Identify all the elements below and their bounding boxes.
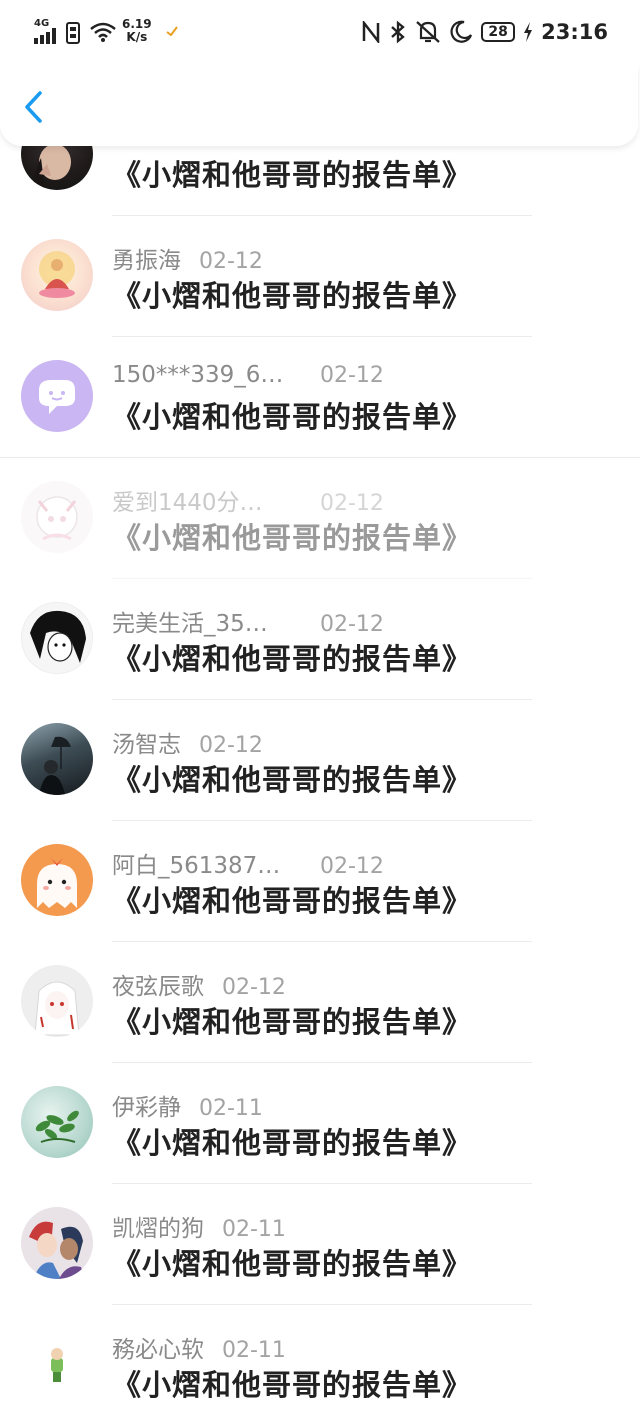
sim-icon <box>66 22 80 44</box>
post-title[interactable]: 《小熠和他哥哥的报告单》 <box>112 999 472 1041</box>
avatar <box>21 723 93 795</box>
avatar <box>21 1328 93 1400</box>
user-name[interactable]: 汤智志 <box>112 725 181 759</box>
post-title[interactable]: 《小熠和他哥哥的报告单》 <box>112 1362 472 1404</box>
moon-icon <box>450 20 473 43</box>
post-title[interactable]: 《小熠和他哥哥的报告单》 <box>112 1120 472 1162</box>
list-item[interactable]: 夜弦辰歌 02-12 《小熠和他哥哥的报告单》 <box>0 941 640 1063</box>
clock: 23:16 <box>541 20 608 44</box>
name-line: 完美生活_35… 02-12 <box>112 604 384 638</box>
avatar <box>21 1086 93 1158</box>
avatar <box>21 602 93 674</box>
wifi-icon <box>90 22 116 42</box>
user-name[interactable]: 完美生活_35… <box>112 604 320 638</box>
charging-icon <box>524 22 533 42</box>
list-item[interactable]: 汤智志 02-12 《小熠和他哥哥的报告单》 <box>0 699 640 821</box>
user-name[interactable]: 夜弦辰歌 <box>112 967 204 1001</box>
post-title[interactable]: 《小熠和他哥哥的报告单》 <box>112 273 472 315</box>
date: 02-12 <box>199 249 263 274</box>
user-name[interactable]: 勇振海 <box>112 241 181 275</box>
user-name[interactable]: 務必心软 <box>112 1330 204 1364</box>
user-name[interactable]: 伊彩静 <box>112 1088 181 1122</box>
date: 02-12 <box>320 491 384 516</box>
name-line: 阿白_561387… 02-12 <box>112 846 384 880</box>
post-title[interactable]: 《小熠和他哥哥的报告单》 <box>112 878 472 920</box>
list-item[interactable]: 伊彩静 02-11 《小熠和他哥哥的报告单》 <box>0 1062 640 1184</box>
post-title[interactable]: 《小熠和他哥哥的报告单》 <box>112 636 472 678</box>
list-item[interactable]: 爱到1440分… 02-12 《小熠和他哥哥的报告单》 <box>0 457 640 579</box>
list-item[interactable]: 阿白_561387… 02-12 《小熠和他哥哥的报告单》 <box>0 820 640 942</box>
list-item[interactable]: 勇振海 02-12 《小熠和他哥哥的报告单》 <box>0 215 640 337</box>
date: 02-12 <box>320 363 384 388</box>
date: 02-11 <box>222 1338 286 1363</box>
user-name[interactable]: 阿白_561387… <box>112 846 320 880</box>
bluetooth-icon <box>391 20 405 44</box>
status-bar: 4G 6.19 K/s 28 23:16 <box>0 0 640 64</box>
avatar <box>21 481 93 553</box>
date: 02-12 <box>320 854 384 879</box>
network-speed: 6.19 K/s <box>122 18 152 44</box>
name-line: 夜弦辰歌 02-12 <box>112 967 286 1001</box>
nfc-icon <box>362 21 380 43</box>
header-bar <box>0 64 638 146</box>
back-arrow-icon[interactable] <box>18 90 52 124</box>
name-line: 150***339_6… 02-12 <box>112 362 384 388</box>
post-title[interactable]: 《小熠和他哥哥的报告单》 <box>112 152 472 194</box>
avatar <box>21 239 93 311</box>
user-name[interactable]: 150***339_6… <box>112 362 320 388</box>
mute-bell-icon <box>416 21 440 43</box>
date: 02-11 <box>199 1096 263 1121</box>
post-title[interactable]: 《小熠和他哥哥的报告单》 <box>112 394 472 436</box>
date: 02-12 <box>320 612 384 637</box>
battery-icon: 28 <box>481 22 516 42</box>
date: 02-12 <box>199 733 263 758</box>
list-item[interactable]: 凯熠的狗 02-11 《小熠和他哥哥的报告单》 <box>0 1183 640 1305</box>
user-name[interactable]: 凯熠的狗 <box>112 1209 204 1243</box>
user-name[interactable]: 爱到1440分… <box>112 483 320 517</box>
name-line: 伊彩静 02-11 <box>112 1088 263 1122</box>
name-line: 勇振海 02-12 <box>112 241 263 275</box>
name-line: 汤智志 02-12 <box>112 725 263 759</box>
list-item[interactable]: 務必心软 02-11 《小熠和他哥哥的报告单》 <box>0 1304 640 1425</box>
name-line: 務必心软 02-11 <box>112 1330 286 1364</box>
name-line: 凯熠的狗 02-11 <box>112 1209 286 1243</box>
date: 02-11 <box>222 1217 286 1242</box>
check-icon <box>166 26 178 36</box>
avatar <box>21 1207 93 1279</box>
post-title[interactable]: 《小熠和他哥哥的报告单》 <box>112 515 472 557</box>
signal-icon <box>34 28 56 44</box>
avatar <box>21 844 93 916</box>
speed-unit: K/s <box>126 30 148 44</box>
list-item[interactable]: 完美生活_35… 02-12 《小熠和他哥哥的报告单》 <box>0 578 640 700</box>
date: 02-12 <box>222 975 286 1000</box>
post-title[interactable]: 《小熠和他哥哥的报告单》 <box>112 1241 472 1283</box>
avatar <box>21 965 93 1037</box>
avatar <box>21 360 93 432</box>
list-item[interactable]: 150***339_6… 02-12 《小熠和他哥哥的报告单》 <box>0 336 640 458</box>
post-title[interactable]: 《小熠和他哥哥的报告单》 <box>112 757 472 799</box>
name-line: 爱到1440分… 02-12 <box>112 483 384 517</box>
